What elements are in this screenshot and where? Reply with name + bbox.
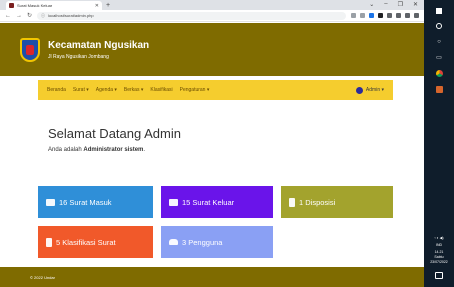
task-view-icon[interactable]: ○ <box>436 38 443 45</box>
tab-search-button[interactable]: ⌄ <box>369 1 374 8</box>
card-surat-keluar[interactable]: 15 Surat Keluar <box>161 186 273 218</box>
envelope-open-icon <box>169 198 178 206</box>
screen: Surat Masuk Keluar ✕ + ⌄ – ❐ ✕ ← → ↻ ⓘ l… <box>0 0 454 287</box>
users-icon <box>169 239 178 245</box>
extension-icon[interactable] <box>369 13 374 18</box>
tray-icons[interactable]: ‹ ◐ ◀) <box>434 236 443 240</box>
tab-bar: Surat Masuk Keluar ✕ + ⌄ – ❐ ✕ <box>0 0 424 10</box>
user-icon <box>355 86 363 94</box>
window-controls: ⌄ – ❐ ✕ <box>369 1 418 8</box>
nav-klasifikasi[interactable]: Klasifikasi <box>150 87 172 93</box>
document-icon <box>289 197 295 207</box>
nav-surat[interactable]: Surat ▾ <box>73 87 89 93</box>
minimize-button[interactable]: – <box>384 1 387 8</box>
user-menu-label: Admin ▾ <box>365 87 384 93</box>
card-label: 5 Klasifikasi Surat <box>56 237 116 247</box>
site-footer: © 2022 Undar <box>0 267 424 287</box>
card-label: 1 Disposisi <box>299 197 336 207</box>
card-label: 16 Surat Masuk <box>59 197 112 207</box>
system-tray: ‹ ◐ ◀) IND 14.21 Sabtu 23/07/2022 <box>424 236 454 279</box>
welcome-text: Anda adalah Administrator sistem. <box>48 147 146 153</box>
nav-agenda[interactable]: Agenda ▾ <box>96 87 117 93</box>
maximize-button[interactable]: ❐ <box>398 1 403 8</box>
notification-icon[interactable] <box>435 272 443 279</box>
app-icon[interactable] <box>435 86 443 93</box>
envelope-icon <box>46 198 55 206</box>
tab-title: Surat Masuk Keluar <box>17 3 53 8</box>
footer-text: © 2022 Undar <box>30 274 55 280</box>
main-navbar: Beranda Surat ▾ Agenda ▾ Berkas ▾ Klasif… <box>38 80 393 100</box>
new-tab-button[interactable]: + <box>106 1 110 10</box>
clock[interactable]: 14.21 Sabtu 23/07/2022 <box>430 250 448 265</box>
menu-icon[interactable] <box>414 13 419 18</box>
search-icon[interactable] <box>436 23 442 29</box>
address-bar-row: ← → ↻ ⓘ localhost/surat/admin.php <box>0 10 424 22</box>
browser-tab[interactable]: Surat Masuk Keluar ✕ <box>6 1 102 10</box>
site-header: Kecamatan Ngusikan Jl Raya Ngusikan Jomb… <box>0 23 424 76</box>
windows-start-icon[interactable] <box>436 8 442 14</box>
card-disposisi[interactable]: 1 Disposisi <box>281 186 393 218</box>
puzzle-icon[interactable] <box>387 13 392 18</box>
profile-icon[interactable] <box>405 13 410 18</box>
close-window-button[interactable]: ✕ <box>413 1 418 8</box>
card-klasifikasi[interactable]: 5 Klasifikasi Surat <box>38 226 153 258</box>
nav-beranda[interactable]: Beranda <box>47 87 66 93</box>
browser-window: Surat Masuk Keluar ✕ + ⌄ – ❐ ✕ ← → ↻ ⓘ l… <box>0 0 424 287</box>
card-surat-masuk[interactable]: 16 Surat Masuk <box>38 186 153 218</box>
user-menu[interactable]: Admin ▾ <box>355 86 384 94</box>
url-text: localhost/surat/admin.php <box>48 13 94 18</box>
info-icon: ⓘ <box>41 12 46 18</box>
book-icon <box>46 237 52 247</box>
extension-icon[interactable] <box>378 13 383 18</box>
star-icon[interactable] <box>360 13 365 18</box>
language-indicator[interactable]: IND <box>436 243 442 247</box>
url-field[interactable]: ⓘ localhost/surat/admin.php <box>37 11 346 20</box>
close-tab-icon[interactable]: ✕ <box>95 3 99 9</box>
favicon-icon <box>9 3 14 8</box>
kabupaten-logo-icon[interactable] <box>20 37 40 62</box>
nav-pengaturan[interactable]: Pengaturan ▾ <box>180 87 210 93</box>
welcome-heading: Selamat Datang Admin <box>48 126 181 141</box>
chrome-icon[interactable] <box>435 70 443 77</box>
brand: Kecamatan Ngusikan Jl Raya Ngusikan Jomb… <box>48 40 149 60</box>
brand-subtitle: Jl Raya Ngusikan Jombang <box>48 53 109 60</box>
share-icon[interactable] <box>351 13 356 18</box>
back-icon[interactable]: ← <box>5 13 11 19</box>
brand-title[interactable]: Kecamatan Ngusikan <box>48 40 149 51</box>
welcome-jumbotron: Selamat Datang Admin Anda adalah Adminis… <box>38 103 393 183</box>
file-explorer-icon[interactable]: ▭ <box>436 54 443 61</box>
reload-icon[interactable]: ↻ <box>27 12 32 19</box>
card-label: 15 Surat Keluar <box>182 197 235 207</box>
forward-icon[interactable]: → <box>16 13 22 19</box>
clock-date: 23/07/2022 <box>430 260 448 264</box>
sidepanel-icon[interactable] <box>396 13 401 18</box>
page: Kecamatan Ngusikan Jl Raya Ngusikan Jomb… <box>0 23 424 287</box>
nav-berkas[interactable]: Berkas ▾ <box>124 87 143 93</box>
extension-icons <box>351 13 419 18</box>
card-label: 3 Pengguna <box>182 237 223 247</box>
windows-taskbar: ○ ▭ ‹ ◐ ◀) IND 14.21 Sabtu 23/07/2022 <box>424 0 454 287</box>
card-pengguna[interactable]: 3 Pengguna <box>161 226 273 258</box>
